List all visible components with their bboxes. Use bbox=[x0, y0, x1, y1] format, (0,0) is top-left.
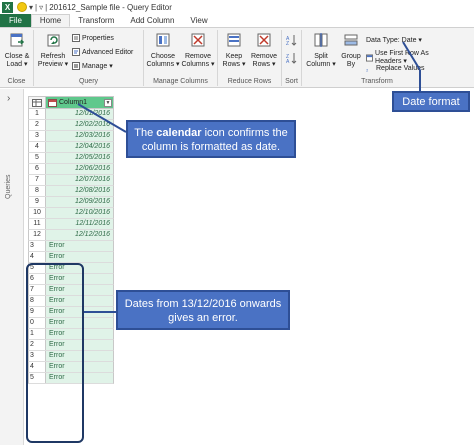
annotation-arrows bbox=[77, 41, 421, 313]
date-format-arrow-tip bbox=[402, 41, 421, 71]
calendar-arrow bbox=[77, 103, 127, 133]
